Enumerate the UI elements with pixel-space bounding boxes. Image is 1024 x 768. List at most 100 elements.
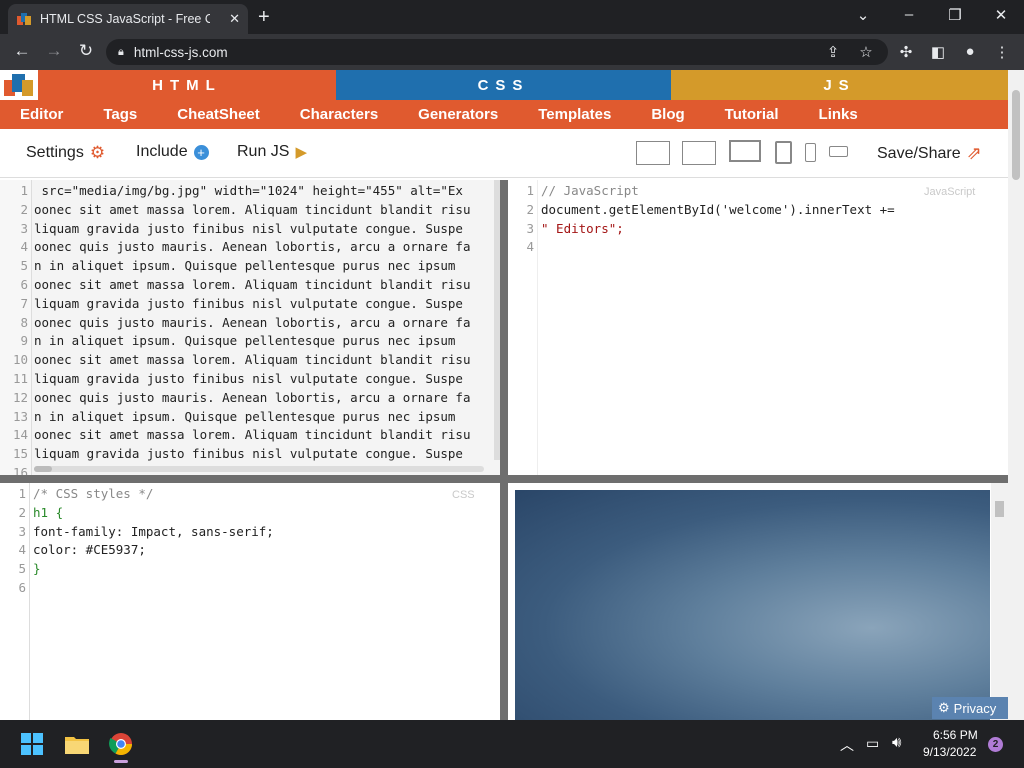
tab-close-icon[interactable]: ✕ [229,11,240,27]
network-icon[interactable]: ▭ [866,735,879,752]
preview-pane[interactable]: ⚙ Privacy [508,483,1008,720]
line-number: 1 [526,183,534,198]
profile-icon[interactable]: ● [960,43,980,60]
nav-characters[interactable]: Characters [280,106,398,123]
url-text: html-css-js.com [133,44,228,60]
side-panel-icon[interactable]: ◧ [928,43,948,61]
tab-js[interactable]: JS [671,70,1008,100]
chrome-taskbar-icon[interactable] [109,732,133,756]
html-hscrollbar[interactable] [34,466,484,472]
code-line[interactable]: oonec quis justo mauris. Aenean lobortis… [34,314,494,333]
clock-date[interactable]: 9/13/2022 [923,745,976,759]
nav-links[interactable]: Links [799,106,878,123]
volume-icon[interactable]: 🔊︎ [892,734,901,751]
run-js-button[interactable]: Run JS ▶ [237,143,307,161]
line-number: 4 [20,239,28,255]
phone-view-icon[interactable] [805,143,816,162]
horizontal-splitter[interactable] [0,475,1008,483]
tab-search-icon[interactable]: ⌄ [853,6,873,24]
code-line[interactable]: oonec sit amet massa lorem. Aliquam tinc… [34,426,494,445]
html-code-area[interactable]: src="media/img/bg.jpg" width="1024" heig… [34,182,494,475]
code-line[interactable]: n in aliquet ipsum. Quisque pellentesque… [34,408,494,427]
code-line[interactable]: h1 { [33,504,493,523]
minimize-button[interactable]: – [899,6,919,23]
nav-templates[interactable]: Templates [518,106,631,123]
nav-editor[interactable]: Editor [0,106,83,123]
code-line[interactable]: n in aliquet ipsum. Quisque pellentesque… [34,257,494,276]
css-code-area[interactable]: /* CSS styles */h1 {font-family: Impact,… [33,485,493,598]
code-line[interactable]: src="media/img/bg.jpg" width="1024" heig… [34,182,494,201]
landscape-view-icon[interactable] [829,146,848,157]
code-line[interactable]: oonec sit amet massa lorem. Aliquam tinc… [34,201,494,220]
clock-time[interactable]: 6:56 PM [933,728,978,742]
css-editor[interactable]: 1 2 3 4 5 6 /* CSS styles */h1 {font-family: … [0,483,500,720]
vertical-splitter[interactable] [500,180,508,720]
restore-button[interactable]: ❐ [945,6,965,24]
file-explorer-icon[interactable] [65,734,89,754]
gear-icon: ⚙ [938,700,950,715]
save-share-button[interactable]: Save/Share ⇗ [877,143,982,164]
show-hidden-icons[interactable]: ︿ [840,735,854,755]
page-scrollbar[interactable] [1008,70,1024,720]
code-line[interactable]: document.getElementById('welcome').inner… [541,201,1001,220]
html-editor[interactable]: 1 2 3 4 5 6 7 8 9 10 11 12 13 14 15 16 src="media/img/b… [0,180,500,475]
main-nav: Editor Tags CheatSheet Characters Genera… [0,100,1008,129]
window-close-button[interactable]: ✕ [991,6,1011,24]
code-line[interactable] [541,238,1001,257]
code-line[interactable]: } [33,560,493,579]
tablet-view-icon[interactable] [775,141,792,164]
js-mode-label: JavaScript [924,186,976,198]
code-line[interactable]: liquam gravida justo finibus nisl vulput… [34,295,494,314]
line-number: 11 [12,370,28,386]
share-icon[interactable]: ⇪ [823,43,843,61]
nav-blog[interactable]: Blog [631,106,704,123]
code-line[interactable]: liquam gravida justo finibus nisl vulput… [34,370,494,389]
back-icon[interactable]: ← [11,41,33,61]
menu-icon[interactable]: ⋮ [992,43,1012,61]
preview-scrollbar[interactable] [991,483,1008,720]
windows-start-icon[interactable] [21,733,43,755]
code-line[interactable]: n in aliquet ipsum. Quisque pellentesque… [34,332,494,351]
nav-generators[interactable]: Generators [398,106,518,123]
reload-icon[interactable]: ↻ [75,41,97,61]
save-label: Save/Share [877,144,961,162]
code-line[interactable]: font-family: Impact, sans-serif; [33,523,493,542]
address-bar[interactable]: 🔒︎ html-css-js.com [106,39,888,65]
code-line[interactable]: liquam gravida justo finibus nisl vulput… [34,220,494,239]
settings-button[interactable]: Settings ⚙ [26,143,105,163]
layout-columns-icon[interactable] [636,141,670,165]
notification-badge[interactable]: 2 [988,737,1003,752]
nav-cheatsheet[interactable]: CheatSheet [157,106,280,123]
line-number: 16 [12,464,28,475]
privacy-badge[interactable]: ⚙ Privacy [932,697,1008,719]
bookmark-star-icon[interactable]: ☆ [856,43,876,61]
site-logo[interactable] [0,70,38,100]
nav-tags[interactable]: Tags [83,106,157,123]
code-line[interactable]: liquam gravida justo finibus nisl vulput… [34,445,494,464]
code-line[interactable]: color: #CE5937; [33,541,493,560]
code-line[interactable]: oonec sit amet massa lorem. Aliquam tinc… [34,351,494,370]
code-line[interactable]: /* CSS styles */ [33,485,493,504]
browser-tab[interactable]: HTML CSS JavaScript - Free Onlin ✕ [8,4,248,34]
run-label: Run JS [237,143,290,160]
code-line[interactable]: oonec quis justo mauris. Aenean lobortis… [34,238,494,257]
nav-tutorial[interactable]: Tutorial [705,106,799,123]
tab-css[interactable]: CSS [336,70,671,100]
share-arrow-icon: ⇗ [966,143,982,163]
extensions-icon[interactable]: ✣ [896,43,916,61]
code-line[interactable] [33,579,493,598]
tab-title: HTML CSS JavaScript - Free Onlin [40,12,210,26]
line-number: 8 [20,314,28,330]
line-number: 5 [20,258,28,274]
new-tab-button[interactable]: + [258,6,270,29]
layout-grid-icon[interactable] [682,141,716,165]
code-line[interactable]: oonec sit amet massa lorem. Aliquam tinc… [34,276,494,295]
code-line[interactable]: oonec quis justo mauris. Aenean lobortis… [34,389,494,408]
js-editor[interactable]: 1234 // JavaScript document.getElementByI… [508,180,1008,475]
desktop-view-icon[interactable] [729,140,761,162]
code-line[interactable]: " Editors"; [541,220,1001,239]
tab-html[interactable]: HTML [38,70,336,100]
include-button[interactable]: Include + [136,143,209,161]
line-number: 7 [20,295,28,311]
forward-icon[interactable]: → [43,41,65,61]
